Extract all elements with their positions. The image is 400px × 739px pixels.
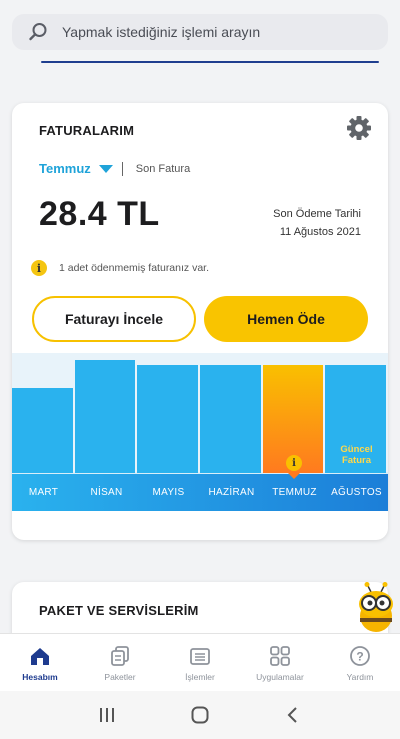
tab-label: İşlemler bbox=[185, 672, 215, 682]
chart-bar-0[interactable] bbox=[12, 388, 73, 473]
chart-x-label: NİSAN bbox=[90, 487, 123, 498]
unpaid-notice-text: 1 adet ödenmemiş faturanız var. bbox=[59, 262, 209, 274]
bottom-tab-bar: Hesabım Paketler İşlemler Uygulamalar ? … bbox=[0, 633, 400, 691]
due-date: 11 Ağustos 2021 bbox=[279, 226, 361, 238]
system-navigation-bar bbox=[0, 691, 400, 739]
tab-paketler[interactable]: Paketler bbox=[80, 634, 160, 691]
current-bill-label-line2: Fatura bbox=[341, 455, 372, 466]
home-button-icon[interactable] bbox=[190, 705, 210, 725]
apps-grid-icon bbox=[270, 646, 290, 666]
bee-mascot-icon[interactable] bbox=[354, 582, 398, 634]
scroll-divider bbox=[41, 61, 379, 63]
month-selector[interactable]: Temmuz Son Fatura bbox=[39, 161, 190, 176]
chart-bar-2[interactable] bbox=[137, 365, 198, 473]
list-icon bbox=[190, 648, 210, 665]
chart-x-label: TEMMUZ bbox=[272, 487, 317, 498]
unpaid-notice: i 1 adet ödenmemiş faturanız var. bbox=[31, 260, 209, 276]
packages-icon bbox=[111, 646, 129, 666]
chart-x-label: HAZİRAN bbox=[208, 487, 255, 498]
tab-islemler[interactable]: İşlemler bbox=[160, 634, 240, 691]
bills-title: FATURALARIM bbox=[39, 123, 135, 138]
due-info: Son Ödeme Tarihi 11 Ağustos 2021 bbox=[273, 205, 361, 241]
help-icon: ? bbox=[350, 646, 370, 666]
search-icon bbox=[29, 23, 47, 41]
bills-card: FATURALARIM Temmuz Son Fatura 28.4 TL So… bbox=[12, 103, 388, 540]
current-bill-pin-icon bbox=[288, 473, 300, 479]
bill-label: Son Fatura bbox=[135, 162, 191, 175]
search-bar-area: Yapmak istediğiniz işlemi arayın bbox=[0, 0, 400, 62]
recent-apps-icon[interactable] bbox=[97, 705, 117, 725]
chart-bar-3[interactable] bbox=[200, 365, 261, 473]
tab-label: Hesabım bbox=[22, 672, 58, 682]
tab-uygulamalar[interactable]: Uygulamalar bbox=[240, 634, 320, 691]
bill-amount: 28.4 TL bbox=[39, 195, 160, 233]
home-icon bbox=[31, 648, 49, 665]
tab-label: Uygulamalar bbox=[256, 672, 304, 682]
packages-title: PAKET VE SERVİSLERİM bbox=[39, 603, 199, 618]
search-placeholder: Yapmak istediğiniz işlemi arayın bbox=[62, 24, 261, 40]
current-bill-label-line1: Güncel bbox=[340, 444, 373, 455]
chart-x-label: MAYIS bbox=[152, 487, 185, 498]
current-bill-label: Güncel Fatura bbox=[325, 444, 388, 466]
search-input[interactable]: Yapmak istediğiniz işlemi arayın bbox=[12, 14, 388, 50]
tab-yardim[interactable]: ? Yardım bbox=[320, 634, 400, 691]
pay-now-button[interactable]: Hemen Öde bbox=[204, 296, 368, 342]
current-bill-info-icon[interactable]: i bbox=[286, 455, 302, 471]
tab-label: Paketler bbox=[104, 672, 136, 682]
info-icon: i bbox=[31, 260, 47, 276]
bill-history-chart: MART NİSAN MAYIS HAZİRAN TEMMUZ i AĞUSTOS Günce… bbox=[12, 353, 388, 511]
chart-x-label: MART bbox=[28, 487, 59, 498]
chevron-down-icon bbox=[98, 164, 113, 173]
chart-x-label: AĞUSTOS bbox=[331, 487, 382, 498]
due-label: Son Ödeme Tarihi bbox=[273, 208, 361, 220]
gear-icon[interactable] bbox=[345, 114, 373, 142]
svg-text:?: ? bbox=[356, 650, 363, 664]
back-icon[interactable] bbox=[283, 705, 303, 725]
review-bill-button[interactable]: Faturayı İncele bbox=[32, 296, 196, 342]
selected-month: Temmuz bbox=[39, 161, 91, 176]
tab-hesabim[interactable]: Hesabım bbox=[0, 634, 80, 691]
divider bbox=[121, 161, 123, 176]
chart-bar-1[interactable] bbox=[75, 360, 135, 473]
tab-label: Yardım bbox=[346, 672, 374, 682]
